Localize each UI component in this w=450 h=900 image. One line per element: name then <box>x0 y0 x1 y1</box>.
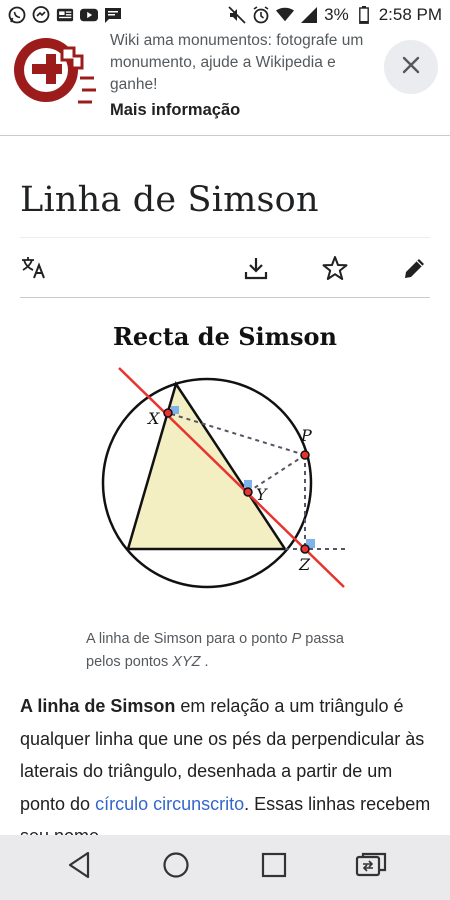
system-status: 3% 2:58 PM <box>228 5 442 25</box>
article-lead-term: A linha de Simson <box>20 696 176 716</box>
back-triangle-icon <box>66 851 92 884</box>
battery-icon <box>355 6 373 24</box>
caption-points-xyz: XYZ <box>172 654 201 670</box>
page-title: Linha de Simson <box>20 180 319 220</box>
label-p: P <box>300 426 312 445</box>
battery-percent: 3% <box>324 5 349 24</box>
banner-more-info-link[interactable]: Mais informação <box>110 101 240 120</box>
toolbar-divider <box>20 297 430 298</box>
star-icon <box>322 255 348 286</box>
recents-button[interactable] <box>250 844 298 892</box>
article-paragraph: A linha de Simson em relação a um triâng… <box>20 690 435 853</box>
caption-point-p: P <box>291 631 302 647</box>
alarm-icon <box>252 6 270 24</box>
figure-title: Recta de Simson <box>112 322 338 351</box>
home-circle-icon <box>162 851 190 884</box>
wifi-icon <box>276 6 295 24</box>
back-button[interactable] <box>55 844 103 892</box>
recents-square-icon <box>261 852 287 883</box>
youtube-icon <box>80 6 98 24</box>
caption-text: . <box>200 654 209 670</box>
simson-line-diagram: X Y Z P <box>101 367 346 589</box>
whatsapp-icon <box>8 6 26 24</box>
caption-text: A linha de Simson para o ponto <box>86 631 292 647</box>
download-button[interactable] <box>242 256 270 284</box>
label-z: Z <box>298 555 311 574</box>
label-x: X <box>146 409 160 428</box>
campaign-banner: Wiki ama monumentos: fotografe um monume… <box>0 30 450 136</box>
message-icon <box>104 6 122 24</box>
notification-icons <box>8 6 122 24</box>
banner-close-button[interactable] <box>384 40 438 94</box>
label-y: Y <box>256 485 268 504</box>
close-icon <box>401 55 421 80</box>
edit-icon <box>403 256 427 285</box>
figure-caption: A linha de Simson para o ponto P passa p… <box>86 628 376 674</box>
status-bar: 3% 2:58 PM <box>0 0 450 30</box>
banner-message: Wiki ama monumentos: fotografe um monume… <box>110 32 364 93</box>
wiki-loves-monuments-logo <box>12 34 98 120</box>
circumcircle-link[interactable]: círculo circunscrito <box>95 794 244 814</box>
android-nav-bar <box>0 835 450 900</box>
edit-button[interactable] <box>401 256 429 284</box>
switch-apps-button[interactable] <box>347 844 395 892</box>
download-icon <box>244 256 268 285</box>
language-button[interactable] <box>20 256 48 284</box>
news-icon <box>56 6 74 24</box>
title-divider <box>20 237 430 238</box>
signal-icon <box>300 6 318 24</box>
switch-apps-icon <box>355 852 387 883</box>
watch-button[interactable] <box>321 255 349 286</box>
page-actions-toolbar <box>20 250 430 290</box>
messenger-icon <box>32 6 50 24</box>
translate-icon <box>21 256 47 285</box>
home-button[interactable] <box>152 844 200 892</box>
clock: 2:58 PM <box>378 5 442 24</box>
mute-icon <box>228 6 246 24</box>
